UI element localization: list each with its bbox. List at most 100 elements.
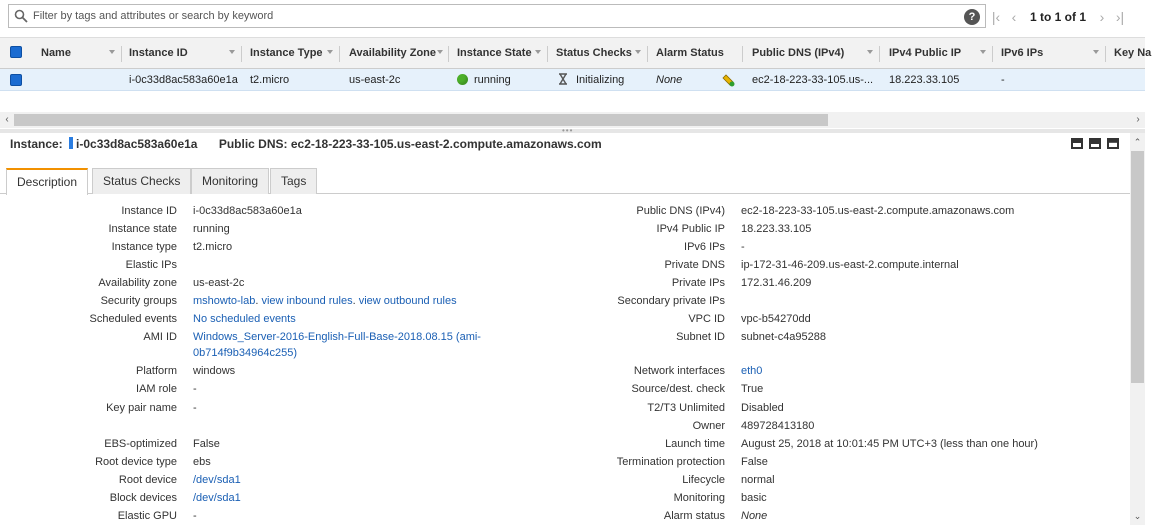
field-value: normal <box>741 474 775 486</box>
column-header-instance-type[interactable]: Instance Type <box>250 38 323 69</box>
next-page-icon[interactable]: › <box>1096 9 1108 25</box>
sort-icon[interactable] <box>109 50 115 54</box>
field-label: Platform <box>136 365 177 377</box>
field-value: ebs <box>193 456 211 468</box>
field-value: 489728413180 <box>741 420 815 432</box>
column-header-name[interactable]: Name <box>41 38 71 69</box>
field-label: Elastic GPU <box>117 510 177 522</box>
scrollbar-thumb[interactable] <box>14 114 828 126</box>
field-label: T2/T3 Unlimited <box>647 402 725 414</box>
field-label: IPv4 Public IP <box>656 223 725 235</box>
search-icon <box>14 9 28 23</box>
layout-split-icon[interactable] <box>1089 138 1101 149</box>
vertical-scrollbar[interactable]: ⌃ ⌄ <box>1130 133 1145 525</box>
field-value: subnet-c4a95288 <box>741 331 827 343</box>
field-value: Disabled <box>741 402 784 414</box>
field-label: Termination protection <box>616 456 725 468</box>
sort-icon[interactable] <box>327 50 333 54</box>
field-value: - <box>193 402 197 414</box>
detail-tabs: Description Status Checks Monitoring Tag… <box>0 166 1130 195</box>
root-device-link[interactable]: /dev/sda1 <box>193 473 241 487</box>
block-device-link[interactable]: /dev/sda1 <box>193 491 241 505</box>
field-value: - <box>193 510 197 522</box>
field-label: Network interfaces <box>633 365 725 377</box>
field-value: windows <box>193 365 236 377</box>
tab-monitoring[interactable]: Monitoring <box>191 168 270 194</box>
scheduled-events-link[interactable]: No scheduled events <box>193 312 296 326</box>
field-value: t2.micro <box>193 241 233 253</box>
field-value: False <box>741 456 768 468</box>
filter-bar[interactable] <box>8 4 986 28</box>
scrollbar-thumb[interactable] <box>1131 151 1144 383</box>
scroll-down-icon[interactable]: ⌄ <box>1130 509 1145 523</box>
field-value: ip-172-31-46-209.us-east-2.compute.inter… <box>741 259 959 271</box>
cell-instance-state: running <box>457 69 511 91</box>
table-row[interactable]: i-0c33d8ac583a60e1a t2.micro us-east-2c … <box>0 69 1145 91</box>
field-label: Lifecycle <box>682 474 725 486</box>
layout-bottom-icon[interactable] <box>1107 138 1119 149</box>
layout-top-icon[interactable] <box>1071 138 1083 149</box>
view-outbound-rules-link[interactable]: view outbound rules <box>359 295 457 307</box>
field-value: False <box>193 438 220 450</box>
view-inbound-rules-link[interactable]: view inbound rules <box>261 295 352 307</box>
column-header-ipv6-ips[interactable]: IPv6 IPs <box>1001 38 1043 69</box>
field-value: None <box>741 510 768 522</box>
field-label: Owner <box>692 420 725 432</box>
security-group-link[interactable]: mshowto-lab <box>193 295 255 307</box>
cell-instance-type: t2.micro <box>250 74 290 86</box>
field-label: Public DNS (IPv4) <box>636 205 725 217</box>
sort-icon[interactable] <box>229 50 235 54</box>
column-header-instance-state[interactable]: Instance State <box>457 38 532 69</box>
running-status-icon <box>457 74 468 85</box>
prev-page-icon[interactable]: ‹ <box>1008 9 1020 25</box>
column-header-status-checks[interactable]: Status Checks <box>556 38 632 69</box>
select-all-checkbox[interactable] <box>10 46 22 58</box>
field-label: Security groups <box>100 295 177 307</box>
add-alarm-icon[interactable] <box>721 73 735 87</box>
scroll-right-icon[interactable]: › <box>1131 112 1145 128</box>
sort-icon[interactable] <box>980 50 986 54</box>
scroll-left-icon[interactable]: ‹ <box>0 112 14 128</box>
network-interface-link[interactable]: eth0 <box>741 364 762 378</box>
column-header-alarm-status[interactable]: Alarm Status <box>656 38 724 69</box>
cell-alarm-status: None <box>656 74 683 86</box>
column-header-key-name[interactable]: Key Na <box>1114 38 1151 69</box>
field-label: Instance type <box>111 241 177 253</box>
cell-instance-id: i-0c33d8ac583a60e1a <box>129 74 238 86</box>
pagination: |‹ ‹ 1 to 1 of 1 › ›| <box>990 8 1126 26</box>
splitter-grip-icon[interactable]: ••• <box>562 127 573 135</box>
ami-id-link[interactable]: Windows_Server-2016-English-Full-Base-20… <box>193 330 481 344</box>
tab-description[interactable]: Description <box>6 168 89 195</box>
pagination-text: 1 to 1 of 1 <box>1030 10 1087 24</box>
sort-icon[interactable] <box>437 50 443 54</box>
sort-icon[interactable] <box>867 50 873 54</box>
first-page-icon[interactable]: |‹ <box>990 9 1002 25</box>
scroll-up-icon[interactable]: ⌃ <box>1130 135 1145 149</box>
cell-status-checks: Initializing <box>558 69 624 91</box>
tab-status-checks[interactable]: Status Checks <box>92 168 192 194</box>
last-page-icon[interactable]: ›| <box>1114 9 1126 25</box>
detail-instance-id: i-0c33d8ac583a60e1a <box>76 137 198 151</box>
row-checkbox[interactable] <box>10 74 22 86</box>
field-label: Block devices <box>109 492 177 504</box>
tab-tags[interactable]: Tags <box>270 168 318 194</box>
instances-table-header: Name Instance ID Instance Type Availabil… <box>0 37 1151 69</box>
filter-input[interactable] <box>33 7 973 25</box>
help-icon[interactable]: ? <box>964 9 980 25</box>
field-label: Launch time <box>665 438 725 450</box>
field-label: Instance ID <box>121 205 177 217</box>
sort-icon[interactable] <box>535 50 541 54</box>
column-header-public-dns[interactable]: Public DNS (IPv4) <box>752 38 844 69</box>
sort-icon[interactable] <box>1093 50 1099 54</box>
field-value: i-0c33d8ac583a60e1a <box>193 205 302 217</box>
field-label: Root device <box>118 474 177 486</box>
field-value: 172.31.46.209 <box>741 277 812 289</box>
field-value: vpc-b54270dd <box>741 313 811 325</box>
field-label: EBS-optimized <box>104 438 177 450</box>
cell-public-dns: ec2-18-223-33-105.us-... <box>752 74 874 86</box>
sort-icon[interactable] <box>635 50 641 54</box>
column-header-ipv4-public-ip[interactable]: IPv4 Public IP <box>889 38 961 69</box>
column-header-availability-zone[interactable]: Availability Zone <box>349 38 436 69</box>
ami-id-link-continued[interactable]: 0b714f9b34964c255) <box>193 346 297 360</box>
column-header-instance-id[interactable]: Instance ID <box>129 38 188 69</box>
